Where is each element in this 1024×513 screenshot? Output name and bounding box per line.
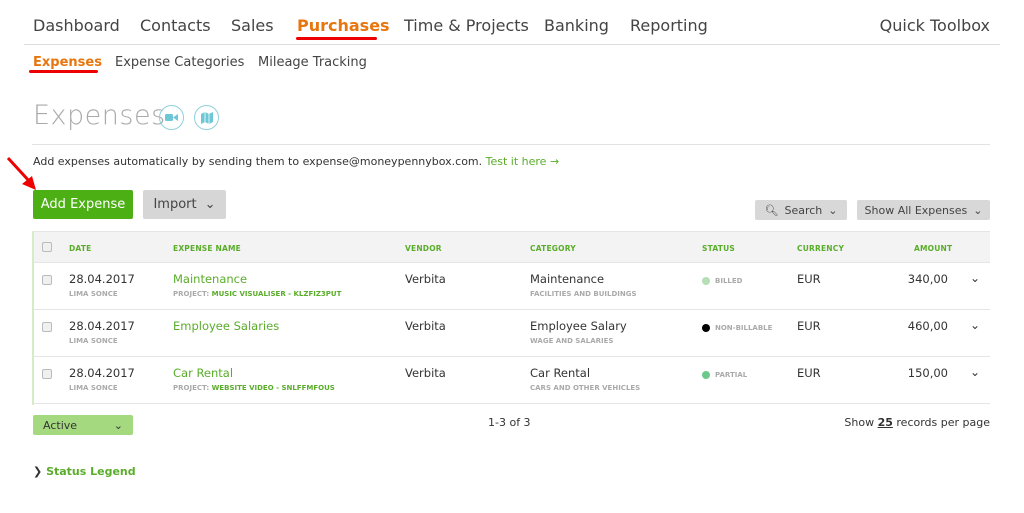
quick-toolbox[interactable]: Quick Toolbox — [880, 16, 990, 35]
project-label: PROJECT: — [173, 290, 210, 298]
user: LIMA SONCE — [69, 337, 118, 345]
table-row[interactable]: 28.04.2017 LIMA SONCE Car Rental PROJECT… — [34, 357, 990, 404]
status-dot-icon — [702, 277, 710, 285]
category: Maintenance — [530, 272, 605, 286]
col-date[interactable]: DATE — [69, 244, 92, 253]
status-dot-icon — [702, 324, 710, 332]
date: 28.04.2017 — [69, 319, 135, 333]
col-currency[interactable]: CURRENCY — [797, 244, 844, 253]
col-category[interactable]: CATEGORY — [530, 244, 576, 253]
import-button[interactable]: Import ⌄ — [143, 190, 226, 219]
nav-contacts[interactable]: Contacts — [140, 16, 211, 35]
project: PROJECT: WEBSITE VIDEO - SNLFFMFOUS — [173, 384, 335, 392]
chevron-right-icon: ❯ — [33, 465, 43, 478]
category: Car Rental — [530, 366, 591, 380]
subcategory: CARS AND OTHER VEHICLES — [530, 384, 641, 392]
subnav-expense-categories[interactable]: Expense Categories — [115, 55, 244, 70]
user: LIMA SONCE — [69, 384, 118, 392]
test-it-link[interactable]: Test it here → — [486, 155, 560, 168]
amount: 340,00 — [907, 272, 948, 286]
expense-name-link[interactable]: Car Rental — [173, 366, 233, 380]
project-link[interactable]: WEBSITE VIDEO - SNLFFMFOUS — [212, 384, 335, 392]
expand-chevron-icon[interactable]: ⌄ — [970, 365, 980, 379]
show-label: Show — [844, 416, 875, 429]
active-filter-dropdown[interactable]: Active ⌄ — [33, 415, 133, 435]
currency: EUR — [797, 319, 821, 333]
highlight-underline — [29, 70, 98, 73]
records-label: records per page — [896, 416, 990, 429]
subnav-expenses[interactable]: Expenses — [33, 55, 102, 70]
map-icon[interactable] — [194, 105, 219, 130]
currency: EUR — [797, 366, 821, 380]
col-amount[interactable]: AMOUNT — [914, 244, 952, 253]
date: 28.04.2017 — [69, 272, 135, 286]
chevron-down-icon: ⌄ — [828, 203, 838, 217]
search-label: Search — [784, 203, 823, 217]
search-button[interactable]: 🔍︎ Search ⌄ — [755, 200, 847, 220]
project-link[interactable]: MUSIC VISUALISER - KLZFIZ3PUT — [212, 290, 342, 298]
nav-time-projects[interactable]: Time & Projects — [404, 16, 529, 35]
vendor: Verbita — [405, 319, 446, 333]
chevron-down-icon: ⌄ — [973, 203, 983, 217]
user: LIMA SONCE — [69, 290, 118, 298]
row-checkbox[interactable] — [42, 275, 52, 285]
subnav-mileage-tracking[interactable]: Mileage Tracking — [258, 55, 367, 70]
page-title: Expenses — [33, 100, 166, 131]
search-icon: 🔍︎ — [764, 203, 779, 217]
import-label: Import — [153, 197, 197, 212]
row-checkbox[interactable] — [42, 369, 52, 379]
email-info: Add expenses automatically by sending th… — [33, 155, 559, 168]
row-checkbox[interactable] — [42, 322, 52, 332]
chevron-down-icon: ⌄ — [204, 197, 216, 212]
info-text: Add expenses automatically by sending th… — [33, 155, 483, 168]
filter-label: Show All Expenses — [864, 203, 968, 217]
expenses-table: DATE EXPENSE NAME VENDOR CATEGORY STATUS… — [32, 231, 990, 405]
vendor: Verbita — [405, 366, 446, 380]
expand-chevron-icon[interactable]: ⌄ — [970, 271, 980, 285]
amount: 150,00 — [907, 366, 948, 380]
nav-purchases[interactable]: Purchases — [297, 16, 390, 35]
amount: 460,00 — [907, 319, 948, 333]
vendor: Verbita — [405, 272, 446, 286]
project-label: PROJECT: — [173, 384, 210, 392]
status-badge: NON-BILLABLE — [715, 324, 773, 332]
divider — [32, 144, 990, 145]
expense-name-link[interactable]: Maintenance — [173, 272, 247, 286]
pagination-info: 1-3 of 3 — [488, 416, 531, 429]
date: 28.04.2017 — [69, 366, 135, 380]
status-badge: PARTIAL — [715, 371, 748, 379]
video-icon[interactable] — [159, 105, 184, 130]
col-status[interactable]: STATUS — [702, 244, 735, 253]
highlight-underline — [296, 37, 377, 40]
table-header: DATE EXPENSE NAME VENDOR CATEGORY STATUS… — [34, 231, 990, 263]
nav-reporting[interactable]: Reporting — [630, 16, 708, 35]
category: Employee Salary — [530, 319, 627, 333]
red-arrow-annotation — [6, 156, 36, 190]
expense-name-link[interactable]: Employee Salaries — [173, 319, 279, 333]
status-legend-toggle[interactable]: ❯ Status Legend — [33, 465, 136, 478]
nav-dashboard[interactable]: Dashboard — [33, 16, 120, 35]
records-per-page: Show 25 records per page — [844, 416, 990, 429]
per-page-select[interactable]: 25 — [878, 416, 893, 429]
active-label: Active — [43, 418, 78, 432]
currency: EUR — [797, 272, 821, 286]
select-all-checkbox[interactable] — [42, 242, 52, 252]
expand-chevron-icon[interactable]: ⌄ — [970, 318, 980, 332]
table-row[interactable]: 28.04.2017 LIMA SONCE Maintenance PROJEC… — [34, 263, 990, 310]
table-row[interactable]: 28.04.2017 LIMA SONCE Employee Salaries … — [34, 310, 990, 357]
nav-divider — [24, 44, 1000, 45]
col-vendor[interactable]: VENDOR — [405, 244, 442, 253]
subcategory: WAGE AND SALARIES — [530, 337, 614, 345]
chevron-down-icon: ⌄ — [113, 418, 123, 432]
subcategory: FACILITIES AND BUILDINGS — [530, 290, 637, 298]
nav-sales[interactable]: Sales — [231, 16, 274, 35]
nav-banking[interactable]: Banking — [544, 16, 609, 35]
add-expense-button[interactable]: Add Expense — [33, 190, 133, 219]
status-legend-label: Status Legend — [46, 465, 136, 478]
col-expense-name[interactable]: EXPENSE NAME — [173, 244, 241, 253]
show-all-expenses-dropdown[interactable]: Show All Expenses ⌄ — [857, 200, 990, 220]
status-badge: BILLED — [715, 277, 743, 285]
project: PROJECT: MUSIC VISUALISER - KLZFIZ3PUT — [173, 290, 341, 298]
status-dot-icon — [702, 371, 710, 379]
